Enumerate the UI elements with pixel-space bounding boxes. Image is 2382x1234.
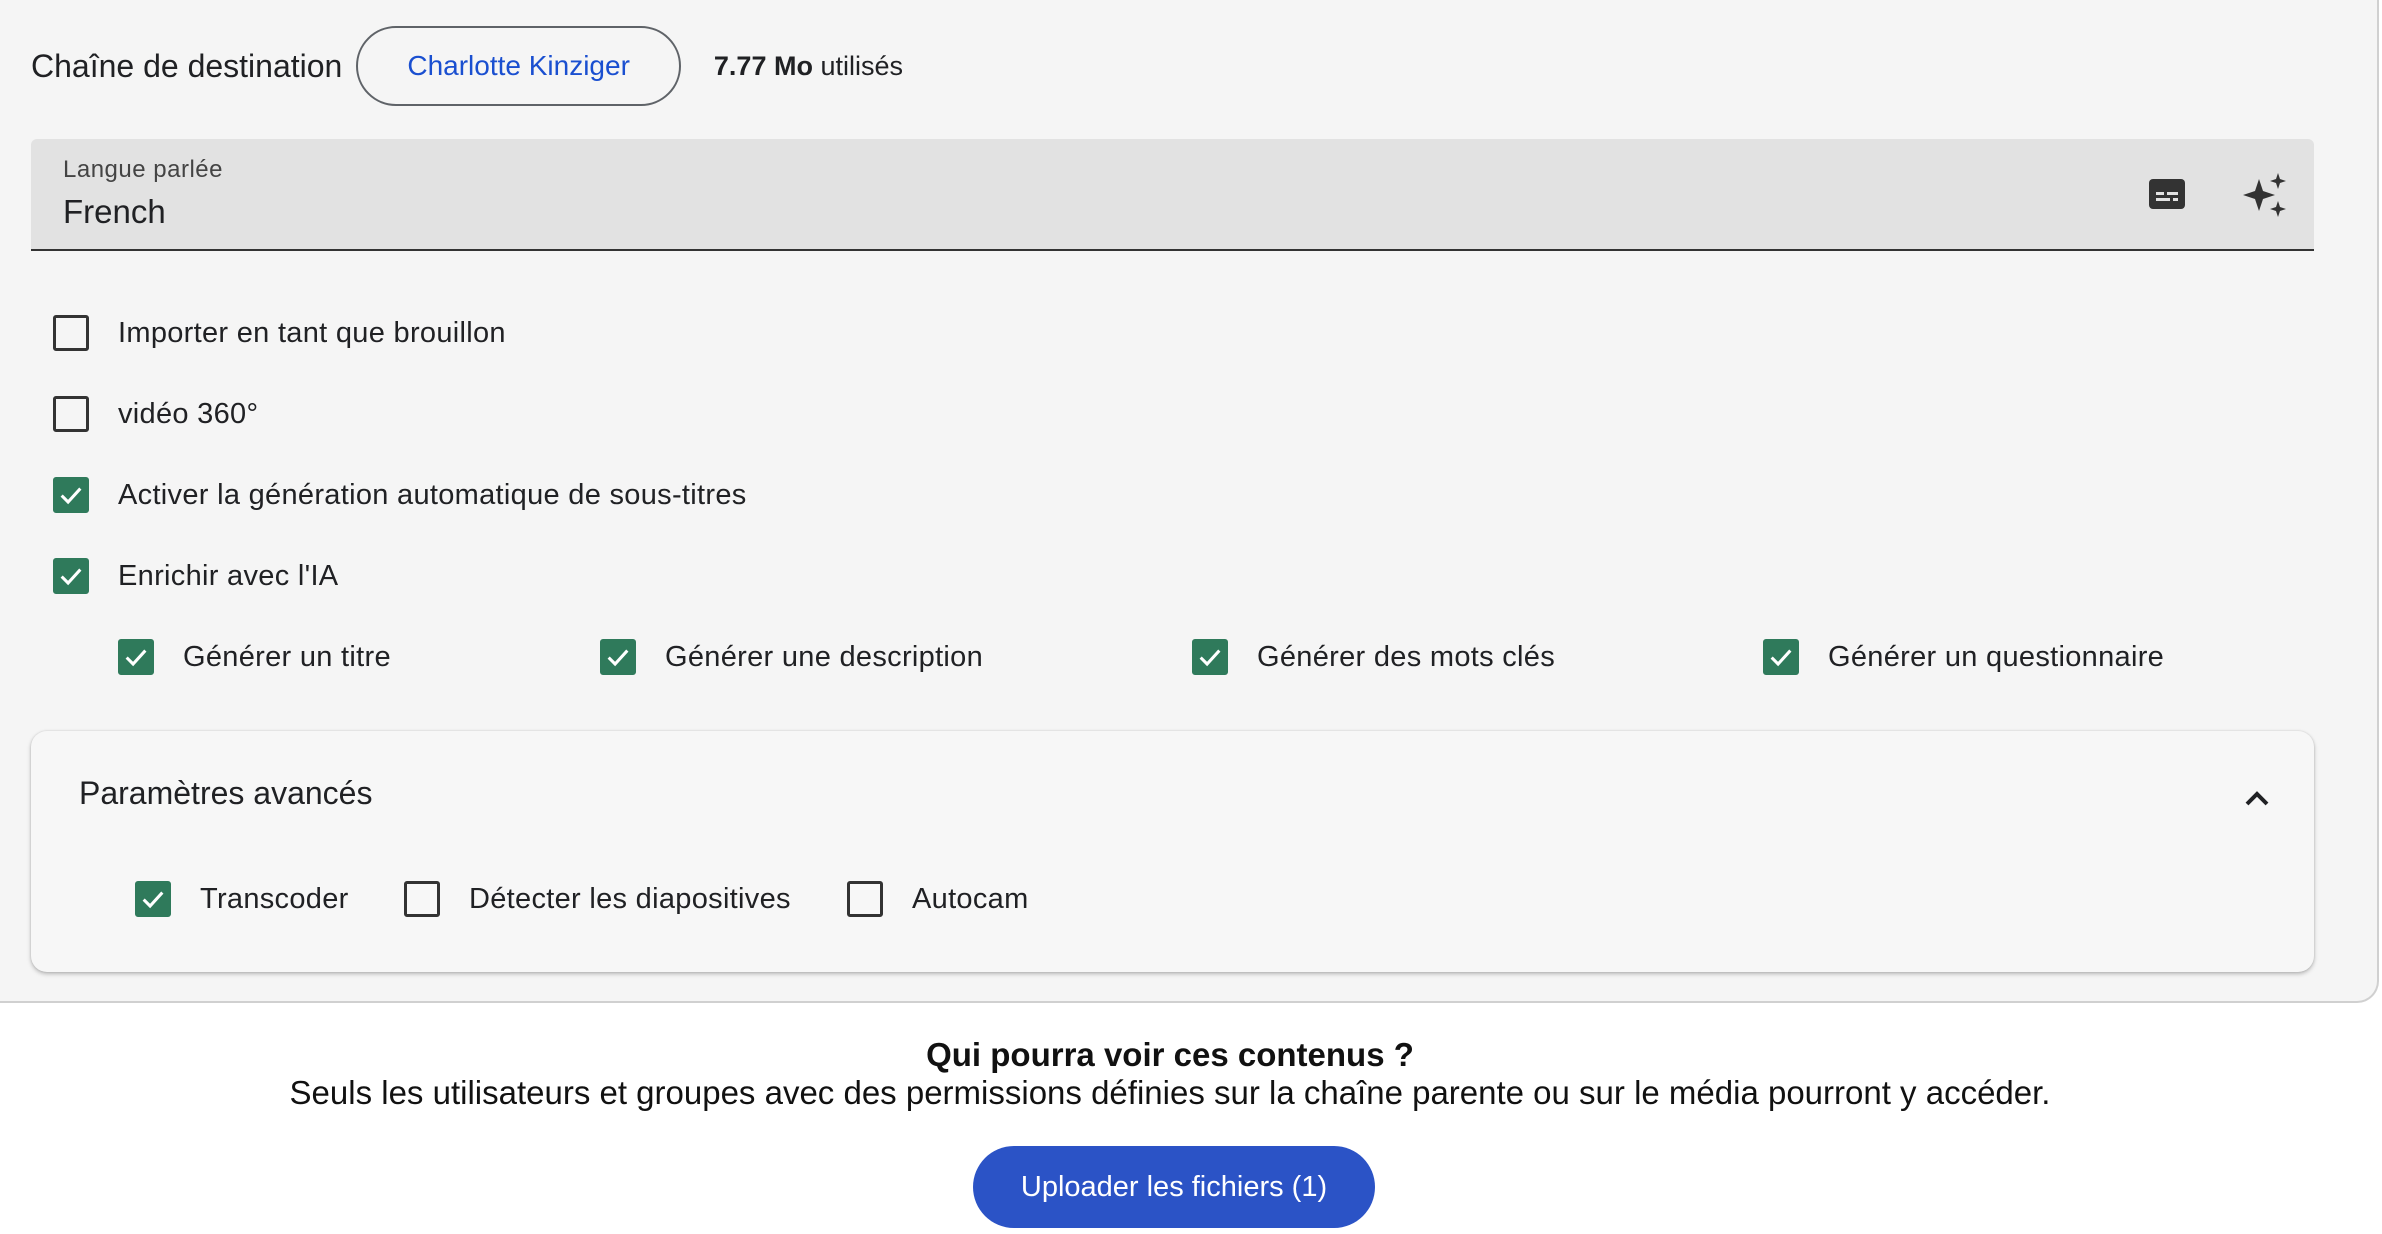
option-autocam[interactable]: Autocam: [847, 879, 1029, 919]
checkbox-detect-slides[interactable]: [404, 881, 440, 917]
destination-row: Chaîne de destination Charlotte Kinziger…: [31, 24, 903, 108]
visibility-title: Qui pourra voir ces contenus ?: [926, 1036, 1414, 1073]
option-label: Générer un questionnaire: [1828, 640, 2165, 673]
checkbox-auto-subtitles[interactable]: [53, 477, 89, 513]
option-auto-subtitles[interactable]: Activer la génération automatique de sou…: [53, 475, 747, 515]
check-icon: [1199, 649, 1221, 667]
checkbox-import-draft[interactable]: [53, 315, 89, 351]
checkbox-generate-title[interactable]: [118, 639, 154, 675]
visibility-description: Seuls les utilisateurs et groupes avec d…: [289, 1074, 2051, 1111]
option-label: Activer la génération automatique de sou…: [118, 478, 747, 511]
destination-label: Chaîne de destination: [31, 47, 343, 84]
option-label: Générer une description: [665, 640, 984, 673]
option-generate-title[interactable]: Générer un titre: [118, 637, 391, 677]
option-360-video[interactable]: vidéo 360°: [53, 394, 258, 434]
check-icon: [1770, 649, 1792, 667]
option-label: Détecter les diapositives: [469, 882, 791, 915]
checkbox-ai-enrich[interactable]: [53, 558, 89, 594]
checkbox-generate-quiz[interactable]: [1763, 639, 1799, 675]
spoken-language-label: Langue parlée: [63, 156, 223, 183]
check-icon: [60, 487, 82, 505]
checkbox-autocam[interactable]: [847, 881, 883, 917]
option-label: Autocam: [912, 882, 1029, 915]
usage-value: 7.77 Mo: [713, 50, 813, 81]
spoken-language-value: French: [63, 193, 166, 230]
option-label: vidéo 360°: [118, 397, 259, 430]
checkbox-360-video[interactable]: [53, 396, 89, 432]
advanced-settings-panel: Paramètres avancés Transcoder Détecter l…: [31, 731, 2314, 972]
option-label: Enrichir avec l'IA: [118, 559, 339, 592]
ai-sparkle-icon[interactable]: [2241, 171, 2289, 219]
option-generate-quiz[interactable]: Générer un questionnaire: [1763, 637, 2164, 677]
check-icon: [142, 891, 164, 909]
upload-settings-panel: Chaîne de destination Charlotte Kinziger…: [0, 0, 2379, 1003]
advanced-settings-title[interactable]: Paramètres avancés: [79, 775, 372, 812]
check-icon: [125, 649, 147, 667]
check-icon: [607, 649, 629, 667]
option-transcode[interactable]: Transcoder: [135, 879, 349, 919]
option-label: Importer en tant que brouillon: [118, 316, 506, 349]
upload-files-button[interactable]: Uploader les fichiers (1): [973, 1146, 1375, 1228]
usage-suffix: utilisés: [820, 50, 903, 81]
checkbox-generate-description[interactable]: [600, 639, 636, 675]
storage-usage: 7.77 Mo utilisés: [714, 51, 903, 82]
spoken-language-select[interactable]: Langue parlée French: [31, 139, 2314, 251]
option-ai-enrich[interactable]: Enrichir avec l'IA: [53, 556, 338, 596]
check-icon: [60, 568, 82, 586]
checkbox-generate-keywords[interactable]: [1192, 639, 1228, 675]
option-generate-keywords[interactable]: Générer des mots clés: [1192, 637, 1555, 677]
checkbox-transcode[interactable]: [135, 881, 171, 917]
option-detect-slides[interactable]: Détecter les diapositives: [404, 879, 791, 919]
option-label: Générer un titre: [183, 640, 391, 673]
option-label: Transcoder: [200, 882, 349, 915]
channel-select-button[interactable]: Charlotte Kinziger: [356, 26, 681, 106]
subtitles-icon[interactable]: [2147, 176, 2187, 212]
option-label: Générer des mots clés: [1257, 640, 1556, 673]
chevron-up-icon[interactable]: [2237, 779, 2277, 819]
option-generate-description[interactable]: Générer une description: [600, 637, 983, 677]
option-import-draft[interactable]: Importer en tant que brouillon: [53, 313, 506, 353]
